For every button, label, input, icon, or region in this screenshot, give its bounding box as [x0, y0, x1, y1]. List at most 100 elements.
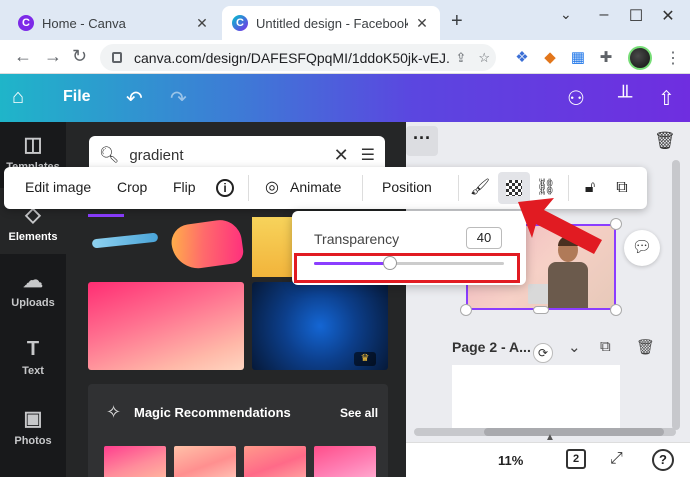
divider — [362, 175, 363, 201]
lock-icon — [112, 52, 122, 63]
forward-icon[interactable]: → — [44, 46, 62, 67]
upload-share-icon[interactable]: ⇧ — [658, 86, 675, 111]
add-comment-button[interactable]: 💬︎ — [624, 230, 660, 266]
page-count-button[interactable]: 2 — [566, 449, 586, 469]
magic-recommendations: ✧ Magic Recommendations See all — [88, 384, 388, 477]
zoom-level[interactable]: 11% — [498, 453, 523, 468]
position-button[interactable]: Position — [382, 179, 432, 195]
canva-favicon: C — [18, 15, 34, 31]
tab-search-chevron-icon[interactable]: ⌄ — [560, 6, 572, 23]
recommendation-tile[interactable] — [174, 446, 236, 477]
delete-page-icon[interactable]: 🗑︎ — [636, 338, 655, 356]
status-bar — [406, 442, 690, 477]
resize-handle[interactable] — [610, 304, 622, 316]
gradient-element-pink[interactable] — [88, 282, 244, 370]
extensions-puzzle-icon[interactable]: ✚ — [596, 48, 616, 68]
help-button[interactable]: ? — [652, 449, 674, 471]
page-2-title[interactable]: Page 2 - A... — [452, 339, 531, 355]
uploads-icon: ☁ — [23, 270, 43, 292]
rail-item-label: Uploads — [11, 297, 55, 309]
clear-search-icon[interactable]: ✕ — [334, 145, 349, 166]
browser-menu-icon[interactable]: ⋮ — [665, 48, 681, 68]
delete-page-icon[interactable]: 🗑︎ — [654, 131, 676, 151]
recommendation-tile[interactable] — [104, 446, 166, 477]
home-icon[interactable]: ⌂ — [12, 86, 24, 109]
active-tab-indicator — [88, 214, 124, 217]
rail-item-text[interactable]: T Text — [0, 338, 66, 377]
photos-icon: ▣ — [23, 408, 43, 430]
back-icon[interactable]: ← — [14, 46, 32, 67]
reload-icon[interactable]: ↻ — [72, 46, 87, 67]
info-icon[interactable]: i — [216, 179, 234, 197]
design-page-2[interactable] — [452, 365, 620, 429]
browser-tab-strip: C Home - Canva ✕ C Untitled design - Fac… — [0, 0, 690, 40]
search-icon: 🔍︎ — [99, 147, 120, 164]
annotation-arrow-icon — [518, 198, 602, 254]
gradient-element-brush[interactable] — [88, 222, 164, 272]
templates-icon: ◫ — [23, 134, 43, 156]
browser-tab-design[interactable]: C Untitled design - Facebook Cov ✕ — [222, 6, 440, 40]
address-bar[interactable]: canva.com/design/DAFESFQpqMI/1ddoK50jk-v… — [100, 44, 496, 71]
duplicate-page-icon[interactable]: ⧉ — [600, 338, 611, 355]
paint-roller-icon[interactable]: 🖌︎ — [468, 176, 492, 200]
resize-handle[interactable] — [610, 218, 622, 230]
tab-title: Untitled design - Facebook Cov — [256, 15, 408, 31]
crop-button[interactable]: Crop — [117, 179, 147, 195]
flip-button[interactable]: Flip — [173, 179, 196, 195]
sparkle-icon: ✧ — [106, 402, 122, 422]
browser-tab-home[interactable]: C Home - Canva ✕ — [8, 6, 220, 40]
annotation-highlight-box — [294, 253, 520, 283]
bookmark-star-icon[interactable]: ☆ — [478, 50, 490, 66]
magic-title: Magic Recommendations — [134, 405, 291, 420]
filter-sliders-icon[interactable]: ☰ — [361, 145, 375, 165]
profile-avatar[interactable] — [628, 46, 652, 70]
animate-icon[interactable]: ◎ — [260, 176, 284, 200]
close-tab-icon[interactable]: ✕ — [414, 15, 430, 32]
resize-handle[interactable] — [460, 304, 472, 316]
undo-icon[interactable]: ↶ — [126, 86, 143, 111]
canva-favicon: C — [232, 15, 248, 31]
search-input[interactable]: gradient — [129, 147, 333, 164]
redo-icon[interactable]: ↷ — [170, 86, 187, 111]
divider — [458, 175, 459, 201]
more-options-button[interactable]: ··· — [406, 126, 438, 156]
file-menu-button[interactable]: File — [63, 88, 91, 106]
maximize-icon[interactable]: ☐ — [624, 6, 648, 26]
pro-crown-icon: ♛ — [354, 352, 376, 366]
transparency-value-input[interactable]: 40 — [466, 227, 502, 249]
rail-item-label: Photos — [14, 435, 52, 447]
share-icon[interactable]: ⇪ — [455, 50, 466, 66]
see-all-link[interactable]: See all — [340, 406, 378, 420]
rail-item-label: Text — [22, 365, 44, 377]
transparency-label: Transparency — [314, 231, 400, 247]
text-icon: T — [26, 338, 40, 360]
close-tab-icon[interactable]: ✕ — [194, 15, 210, 32]
insights-chart-icon[interactable]: ╨ — [618, 86, 632, 109]
duplicate-icon[interactable]: ⧉ — [610, 176, 634, 200]
extension-icon[interactable]: ❖ — [512, 48, 532, 68]
recommendation-tile[interactable] — [244, 446, 306, 477]
extension-grid-icon[interactable]: ▦ — [568, 48, 588, 68]
metamask-icon[interactable]: ◆ — [540, 48, 560, 68]
resize-handle[interactable] — [533, 306, 549, 314]
vertical-scrollbar[interactable] — [672, 160, 680, 430]
browser-toolbar: ← → ↻ canva.com/design/DAFESFQpqMI/1ddoK… — [0, 40, 690, 74]
share-people-icon[interactable]: ⚇ — [567, 86, 585, 111]
new-tab-button[interactable]: + — [451, 10, 463, 33]
url-text: canva.com/design/DAFESFQpqMI/1ddoK50jk-v… — [134, 49, 450, 66]
chevron-down-icon[interactable]: ⌄ — [568, 338, 581, 356]
divider — [248, 175, 249, 201]
tab-title: Home - Canva — [42, 15, 126, 31]
animate-button[interactable]: Animate — [290, 179, 341, 195]
gradient-element-blob[interactable] — [169, 217, 245, 272]
rotate-icon[interactable]: ⟳ — [533, 343, 553, 363]
minimize-icon[interactable]: – — [592, 6, 616, 24]
rail-item-label: Elements — [8, 231, 58, 243]
canva-header: ⌂ File ↶ ↷ ⚇ ╨ ⇧ — [0, 74, 690, 122]
rail-item-photos[interactable]: ▣ Photos — [0, 406, 66, 447]
rail-item-uploads[interactable]: ☁ Uploads — [0, 268, 66, 309]
window-close-icon[interactable]: ✕ — [656, 6, 680, 26]
fullscreen-icon[interactable]: ⤢ — [610, 450, 623, 468]
recommendation-tile[interactable] — [314, 446, 376, 477]
edit-image-button[interactable]: Edit image — [25, 179, 91, 195]
